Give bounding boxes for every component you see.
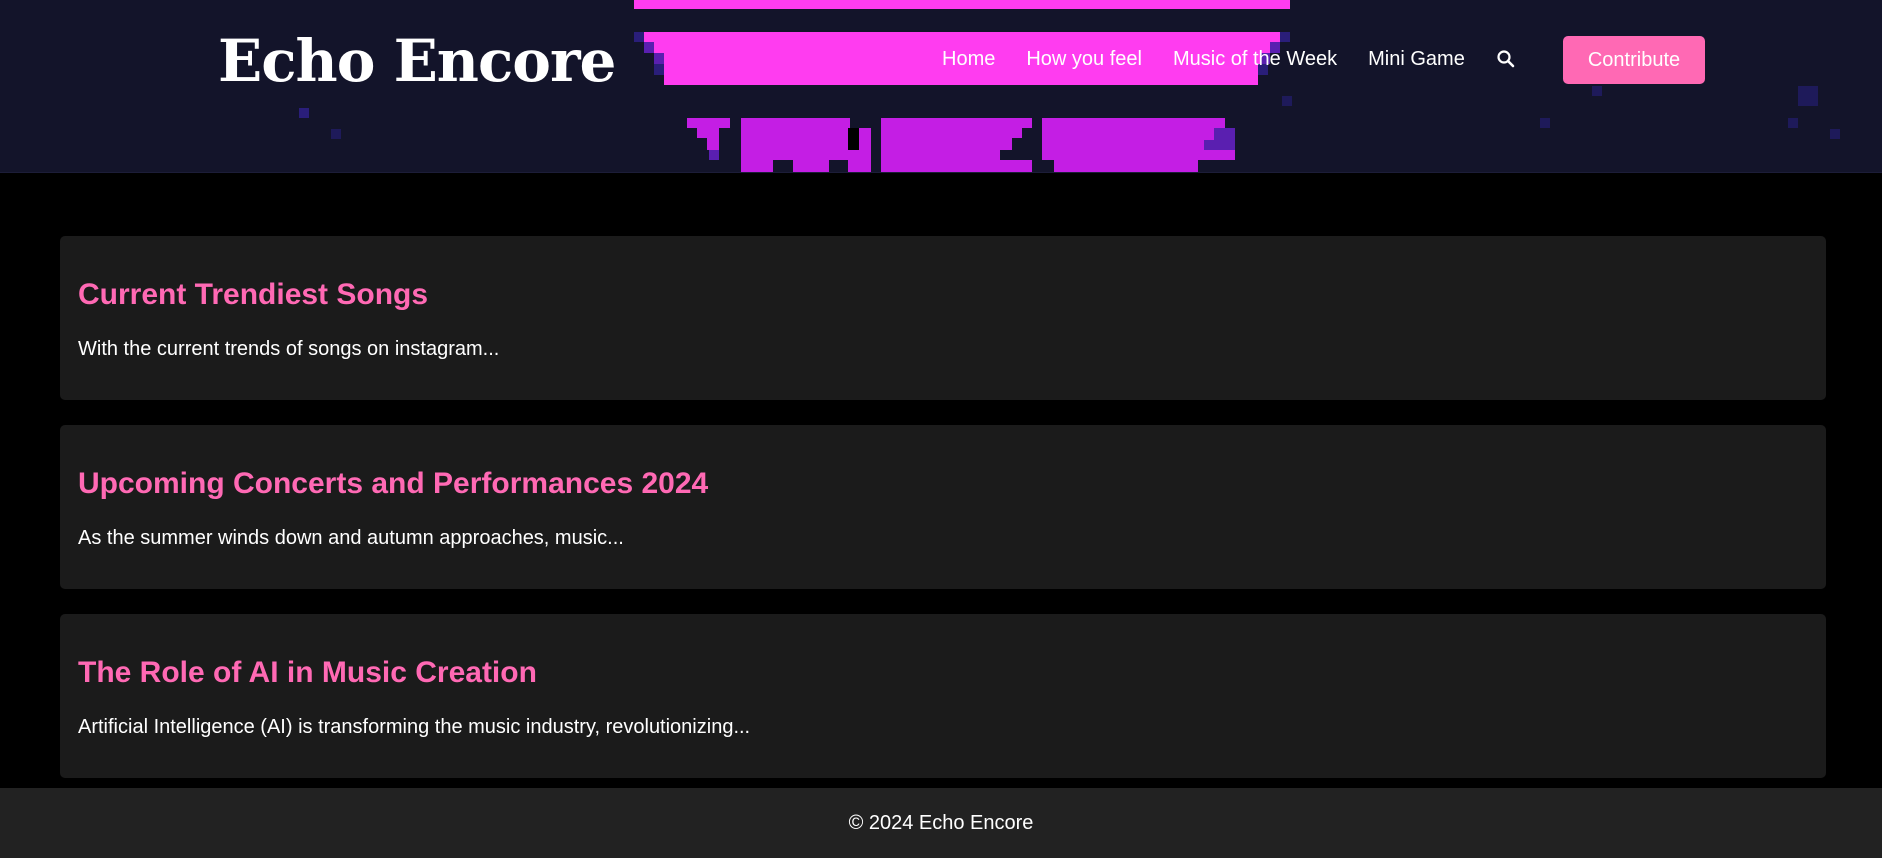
site-header: Echo Encore Home How you feel Music of t…	[0, 0, 1882, 173]
search-icon	[1497, 50, 1515, 68]
site-footer: © 2024 Echo Encore	[0, 788, 1882, 858]
post-title[interactable]: The Role of AI in Music Creation	[78, 654, 537, 692]
post-title[interactable]: Upcoming Concerts and Performances 2024	[78, 465, 708, 503]
post-excerpt: With the current trends of songs on inst…	[78, 338, 500, 360]
nav-link-home[interactable]: Home	[942, 48, 995, 71]
post-excerpt: Artificial Intelligence (AI) is transfor…	[78, 716, 751, 738]
nav-link-music-of-the-week[interactable]: Music of the Week	[1173, 48, 1337, 71]
site-title[interactable]: Echo Encore	[218, 24, 616, 98]
nav-link-mini-game[interactable]: Mini Game	[1368, 48, 1465, 71]
post-excerpt: As the summer winds down and autumn appr…	[78, 527, 624, 549]
post-card[interactable]: Current Trendiest Songs With the current…	[60, 236, 1826, 400]
post-card[interactable]: Upcoming Concerts and Performances 2024 …	[60, 425, 1826, 589]
nav-link-how-you-feel[interactable]: How you feel	[1026, 48, 1142, 71]
post-title[interactable]: Current Trendiest Songs	[78, 276, 428, 314]
post-card[interactable]: The Role of AI in Music Creation Artific…	[60, 614, 1826, 778]
search-button[interactable]	[1496, 49, 1516, 69]
contribute-button[interactable]: Contribute	[1563, 36, 1705, 84]
post-list: Current Trendiest Songs With the current…	[60, 236, 1826, 803]
main-nav: Home How you feel Music of the Week Mini…	[942, 40, 1516, 78]
copyright-text: © 2024 Echo Encore	[848, 811, 1034, 834]
